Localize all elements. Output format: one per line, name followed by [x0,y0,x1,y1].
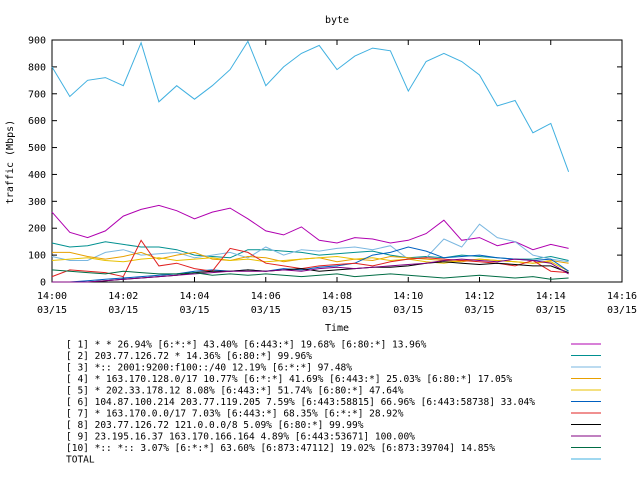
y-tick-label: 100 [28,251,46,262]
x-tick-date-label: 03/15 [108,305,138,316]
x-tick-date-label: 03/15 [37,305,67,316]
x-tick-time-label: 14:00 [37,291,67,302]
legend: [ 1] * * 26.94% [6:*:*] 43.40% [6:443:*]… [66,340,601,466]
legend-label: [ 5] * 202.33.178.12 8.08% [6:443:*] 51.… [66,386,404,397]
y-axis-label: traffic (Mbps) [5,120,16,204]
x-tick-date-label: 03/15 [536,305,566,316]
plot-area-border [51,39,623,283]
legend-label: [ 9] 23.195.16.37 163.170.166.164 4.89% … [66,432,415,443]
y-tick-label: 0 [40,278,46,289]
y-tick-label: 900 [28,36,46,47]
legend-label: [ 1] * * 26.94% [6:*:*] 43.40% [6:443:*]… [66,340,427,351]
series-line-1 [51,204,569,251]
x-tick-date-label: 03/15 [607,305,637,316]
x-tick-time-label: 14:04 [179,291,209,302]
x-tick-date-label: 03/15 [393,305,423,316]
traffic-chart: byte 0 100 200 300 400 500 600 700 800 900 14:00 0… [5,15,637,466]
x-tick-time-label: 14:14 [536,291,566,302]
y-tick-label: 700 [28,89,46,100]
y-tick-label: 400 [28,170,46,181]
legend-label: [10] *:: *:: 3.07% [6:*:*] 63.60% [6:873… [66,443,495,454]
series-line-11 [51,40,570,172]
x-axis-ticks: 14:00 03/15 14:02 03/15 14:04 03/15 14:06 03/15… [37,40,637,316]
x-tick-time-label: 14:16 [607,291,637,302]
x-tick-time-label: 14:02 [108,291,138,302]
legend-label: [ 3] *:: 2001:9200:f100::/40 12.19% [6:*… [66,363,352,374]
x-tick-date-label: 03/15 [464,305,494,316]
x-tick-date-label: 03/15 [322,305,352,316]
legend-label: TOTAL [66,455,95,466]
x-tick-time-label: 14:12 [464,291,494,302]
x-tick-date-label: 03/15 [179,305,209,316]
legend-label: [ 8] 203.77.126.72 121.0.0.0/8 5.09% [6:… [66,420,364,431]
y-tick-label: 200 [28,224,46,235]
y-tick-label: 500 [28,143,46,154]
x-tick-time-label: 14:06 [251,291,281,302]
x-tick-date-label: 03/15 [251,305,281,316]
chart-title: byte [325,15,349,26]
legend-label: [ 4] * 163.170.128.0/17 10.77% [6:*:*] 4… [66,374,512,385]
x-axis-label: Time [325,323,349,334]
series-lines [51,40,570,283]
legend-label: [ 6] 104.87.100.214 203.77.119.205 7.59%… [66,397,535,408]
legend-label: [ 2] 203.77.126.72 * 14.36% [6:80:*] 99.… [66,351,312,362]
y-tick-label: 800 [28,62,46,73]
legend-label: [ 7] * 163.170.0.0/17 7.03% [6:443:*] 68… [66,409,404,420]
x-tick-time-label: 14:10 [393,291,423,302]
x-tick-time-label: 14:08 [322,291,352,302]
y-tick-label: 600 [28,116,46,127]
y-tick-label: 300 [28,197,46,208]
